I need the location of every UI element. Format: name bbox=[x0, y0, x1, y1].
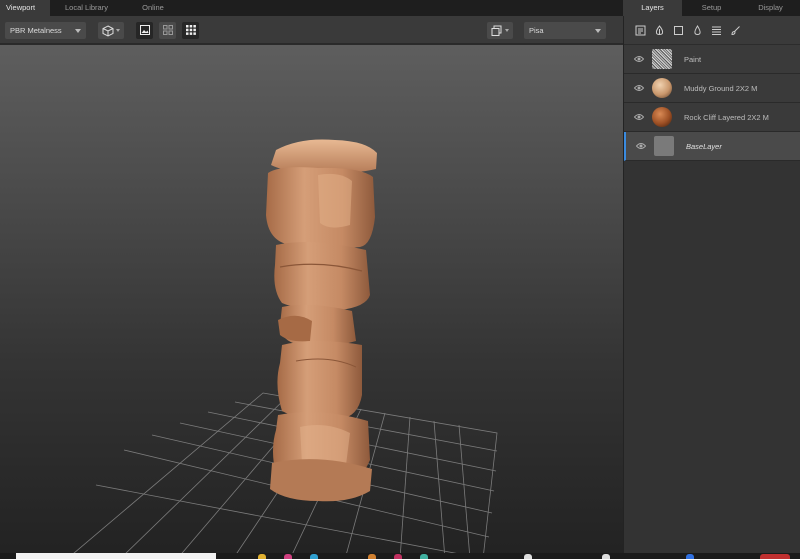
3d-viewport[interactable] bbox=[0, 45, 623, 559]
drop-icon[interactable] bbox=[692, 25, 703, 36]
taskbar-app-icon[interactable] bbox=[284, 554, 292, 559]
layer-name: BaseLayer bbox=[686, 142, 722, 151]
layers-stack-icon bbox=[491, 25, 502, 36]
grid-toggle-button[interactable] bbox=[182, 22, 199, 39]
layer-thumbnail bbox=[652, 49, 672, 69]
taskbar-app-icon[interactable] bbox=[368, 554, 376, 559]
cube-view-icon bbox=[102, 25, 114, 37]
tab-viewport[interactable]: Viewport bbox=[0, 0, 50, 16]
layers-panel: Paint Muddy Ground 2X2 M Rock Cliff Laye… bbox=[623, 16, 800, 559]
tab-local-library[interactable]: Local Library bbox=[50, 0, 123, 16]
chevron-down-icon bbox=[116, 29, 120, 32]
taskbar-app-icon[interactable] bbox=[524, 554, 532, 559]
image-view-icon bbox=[140, 25, 150, 35]
grid-toggle-icon bbox=[186, 25, 196, 35]
layer-row-rock-cliff[interactable]: Rock Cliff Layered 2X2 M bbox=[624, 103, 800, 132]
environment-value: Pisa bbox=[529, 26, 544, 35]
layer-tools-bar bbox=[624, 16, 800, 45]
chevron-down-icon bbox=[595, 29, 601, 33]
viewport-tab-bar: Viewport Local Library Online bbox=[0, 0, 623, 16]
taskbar-app-icon[interactable] bbox=[686, 554, 694, 559]
layer-row-base[interactable]: BaseLayer bbox=[624, 132, 800, 161]
taskbar-app-icon[interactable] bbox=[310, 554, 318, 559]
layer-row-paint[interactable]: Paint bbox=[624, 45, 800, 74]
os-taskbar bbox=[0, 553, 800, 559]
rock-pillar-model bbox=[266, 139, 377, 502]
adjust-icon[interactable] bbox=[711, 25, 722, 36]
layers-stack-button[interactable] bbox=[487, 22, 513, 39]
viewport-scene bbox=[66, 139, 498, 559]
layer-name: Rock Cliff Layered 2X2 M bbox=[684, 113, 769, 122]
viewport-toolbar: PBR Metalness Pisa bbox=[0, 16, 623, 44]
chevron-down-icon bbox=[75, 29, 81, 33]
tab-layers[interactable]: Layers bbox=[623, 0, 682, 16]
layer-thumbnail bbox=[652, 107, 672, 127]
tab-bar-filler bbox=[183, 0, 623, 16]
chevron-down-icon bbox=[505, 29, 509, 32]
tab-display[interactable]: Display bbox=[741, 0, 800, 16]
eye-icon[interactable] bbox=[634, 84, 644, 92]
eye-icon[interactable] bbox=[634, 55, 644, 63]
image-view-button[interactable] bbox=[136, 22, 153, 39]
render-mode-value: PBR Metalness bbox=[10, 26, 62, 35]
brush-icon[interactable] bbox=[730, 25, 741, 36]
layer-name: Muddy Ground 2X2 M bbox=[684, 84, 758, 93]
layer-thumbnail bbox=[652, 78, 672, 98]
taskbar-search-box[interactable] bbox=[16, 553, 216, 559]
layer-name: Paint bbox=[684, 55, 702, 64]
tab-setup[interactable]: Setup bbox=[682, 0, 741, 16]
eye-icon[interactable] bbox=[634, 113, 644, 121]
layer-thumbnail bbox=[654, 136, 674, 156]
tab-online[interactable]: Online bbox=[123, 0, 183, 16]
tiles-view-button[interactable] bbox=[159, 22, 176, 39]
tiles-view-icon bbox=[163, 25, 173, 35]
panel-tab-bar: Layers Setup Display bbox=[623, 0, 800, 16]
taskbar-app-icon[interactable] bbox=[602, 554, 610, 559]
taskbar-app-icon[interactable] bbox=[258, 554, 266, 559]
properties-icon[interactable] bbox=[635, 25, 646, 36]
taskbar-app-icon[interactable] bbox=[420, 554, 428, 559]
eye-icon[interactable] bbox=[636, 142, 646, 150]
render-mode-dropdown[interactable]: PBR Metalness bbox=[5, 22, 86, 39]
paint-fill-icon[interactable] bbox=[654, 25, 665, 36]
environment-dropdown[interactable]: Pisa bbox=[524, 22, 606, 39]
taskbar-app-icon[interactable] bbox=[760, 554, 790, 559]
square-icon[interactable] bbox=[673, 25, 684, 36]
cube-view-button[interactable] bbox=[98, 22, 124, 39]
layer-row-muddy-ground[interactable]: Muddy Ground 2X2 M bbox=[624, 74, 800, 103]
taskbar-app-icon[interactable] bbox=[394, 554, 402, 559]
